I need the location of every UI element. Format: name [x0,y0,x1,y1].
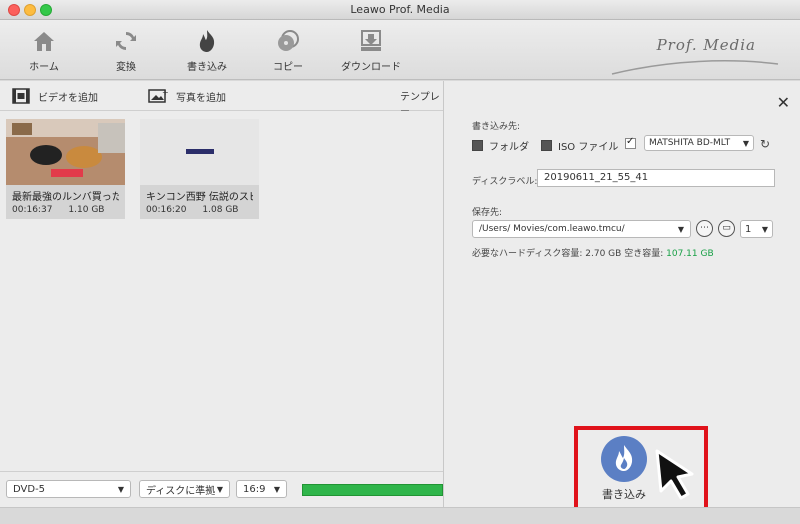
disc-capacity-bar [302,484,443,496]
chevron-down-icon: ▼ [761,224,768,234]
media-subtoolbar: ビデオを追加 + 写真を追加 テンプレー [0,81,443,118]
toolbar-burn-button[interactable]: 書き込み [175,28,239,73]
toolbar-download-label: ダウンロード [341,62,401,73]
free-space-value: 107.11 GB [666,249,714,259]
toolbar-home-label: ホーム [29,62,59,73]
folder-label: フォルダ [489,142,529,153]
iso-label: ISO ファイル [558,142,619,153]
disc-label-input[interactable]: 20190611_21_55_41 [537,169,775,187]
media-item[interactable]: 最新最強のルンバ買った… 00:16:37 1.10 GB [6,119,125,219]
output-settings-bar: DVD-5 ▼ ディスクに準拠 ▼ 16:9 ▼ [0,471,443,507]
drive-checkbox[interactable] [625,136,636,149]
chevron-down-icon: ▼ [742,138,749,148]
copies-value: 1 [745,223,752,235]
mouse-cursor-icon [655,449,694,500]
brand-swoosh-icon [611,60,779,75]
burn-target-label: 書き込み先: [472,122,521,132]
download-icon [361,30,381,51]
media-item-duration: 00:16:20 [146,205,187,215]
chevron-down-icon: ▼ [117,484,124,494]
fit-mode-select[interactable]: ディスクに準拠 ▼ [139,480,230,498]
chevron-down-icon: ▼ [216,484,223,494]
media-item-size: 1.08 GB [202,205,239,215]
title-bar: Leawo Prof. Media [0,0,800,20]
save-to-label: 保存先: [472,208,503,218]
chevron-down-icon: ▼ [677,224,684,234]
save-path-select[interactable]: /Users/ Movies/com.leawo.tmcu/ ▼ [472,220,691,238]
add-photo-label: 写真を追加 [176,92,226,104]
fit-mode-value: ディスクに準拠 [146,485,216,497]
copies-select[interactable]: 1 ▼ [740,220,773,238]
aspect-ratio-select[interactable]: 16:9 ▼ [236,480,287,498]
drive-value: MATSHITA BD-MLT [649,138,731,148]
status-bar [0,507,800,524]
video-thumbnail [6,119,125,185]
toolbar-convert-button[interactable]: 変換 [94,28,158,73]
more-options-icon[interactable]: ⋯ [696,220,713,237]
flame-icon [615,445,633,471]
toolbar-home-button[interactable]: ホーム [12,28,76,73]
media-item[interactable]: キンコン西野 伝説のスピ… 00:16:20 1.08 GB [140,119,259,219]
add-photo-button[interactable]: + 写真を追加 [148,88,226,104]
free-space-label: 空き容量: [624,249,664,259]
media-item-size: 1.10 GB [68,205,105,215]
disc-label-label: ディスクラベル: [472,177,538,187]
window-title: Leawo Prof. Media [350,3,450,16]
required-space-value: 2.70 GB [585,249,622,259]
toolbar-download-button[interactable]: ダウンロード [339,28,403,73]
toolbar-burn-label: 書き込み [187,62,227,73]
toolbar-copy-label: コピー [273,62,303,73]
burn-circle [601,436,647,482]
media-item-duration: 00:16:37 [12,205,53,215]
media-item-title: キンコン西野 伝説のスピ… [146,192,253,203]
checkbox-icon [541,140,552,151]
folder-open-icon[interactable]: ▭ [718,220,735,237]
checkbox-checked-icon [625,136,636,149]
chevron-down-icon: ▼ [273,484,280,494]
toolbar-convert-label: 変換 [116,62,136,73]
aspect-ratio-value: 16:9 [243,483,266,495]
required-space-label: 必要なハードディスク容量: [472,249,583,259]
burn-button[interactable]: 書き込み [592,436,656,502]
add-video-button[interactable]: ビデオを追加 [12,88,98,104]
add-video-label: ビデオを追加 [38,92,98,104]
brand-logo: Prof. Media [656,36,756,54]
toolbar-copy-button[interactable]: コピー [256,28,320,73]
video-thumbnail [140,119,259,185]
svg-text:+: + [162,88,168,97]
main-toolbar: ホーム 変換 書き込み コピー ダウンロード Prof. Media [0,20,800,80]
drive-select[interactable]: MATSHITA BD-MLT ▼ [644,135,754,151]
media-item-title: 最新最強のルンバ買った… [12,192,119,203]
home-icon [34,32,54,51]
copy-icon [278,30,299,51]
burn-icon [199,30,215,52]
burn-button-label: 書き込み [602,488,646,501]
disk-space-info: 必要なハードディスク容量: 2.70 GB 空き容量: 107.11 GB [472,246,714,259]
save-path-value: /Users/ Movies/com.leawo.tmcu/ [479,224,625,234]
disc-type-value: DVD-5 [13,483,46,495]
iso-checkbox[interactable]: ISO ファイル [541,138,618,153]
film-icon [12,88,30,104]
close-icon[interactable]: ✕ [777,93,790,112]
refresh-icon[interactable]: ↻ [760,137,770,151]
folder-checkbox[interactable]: フォルダ [472,138,529,153]
checkbox-icon [472,140,483,151]
disc-type-select[interactable]: DVD-5 ▼ [6,480,131,498]
photo-icon: + [148,88,168,103]
media-list: 最新最強のルンバ買った… 00:16:37 1.10 GB キンコン西野 伝説の… [0,111,443,471]
convert-icon [116,32,136,50]
